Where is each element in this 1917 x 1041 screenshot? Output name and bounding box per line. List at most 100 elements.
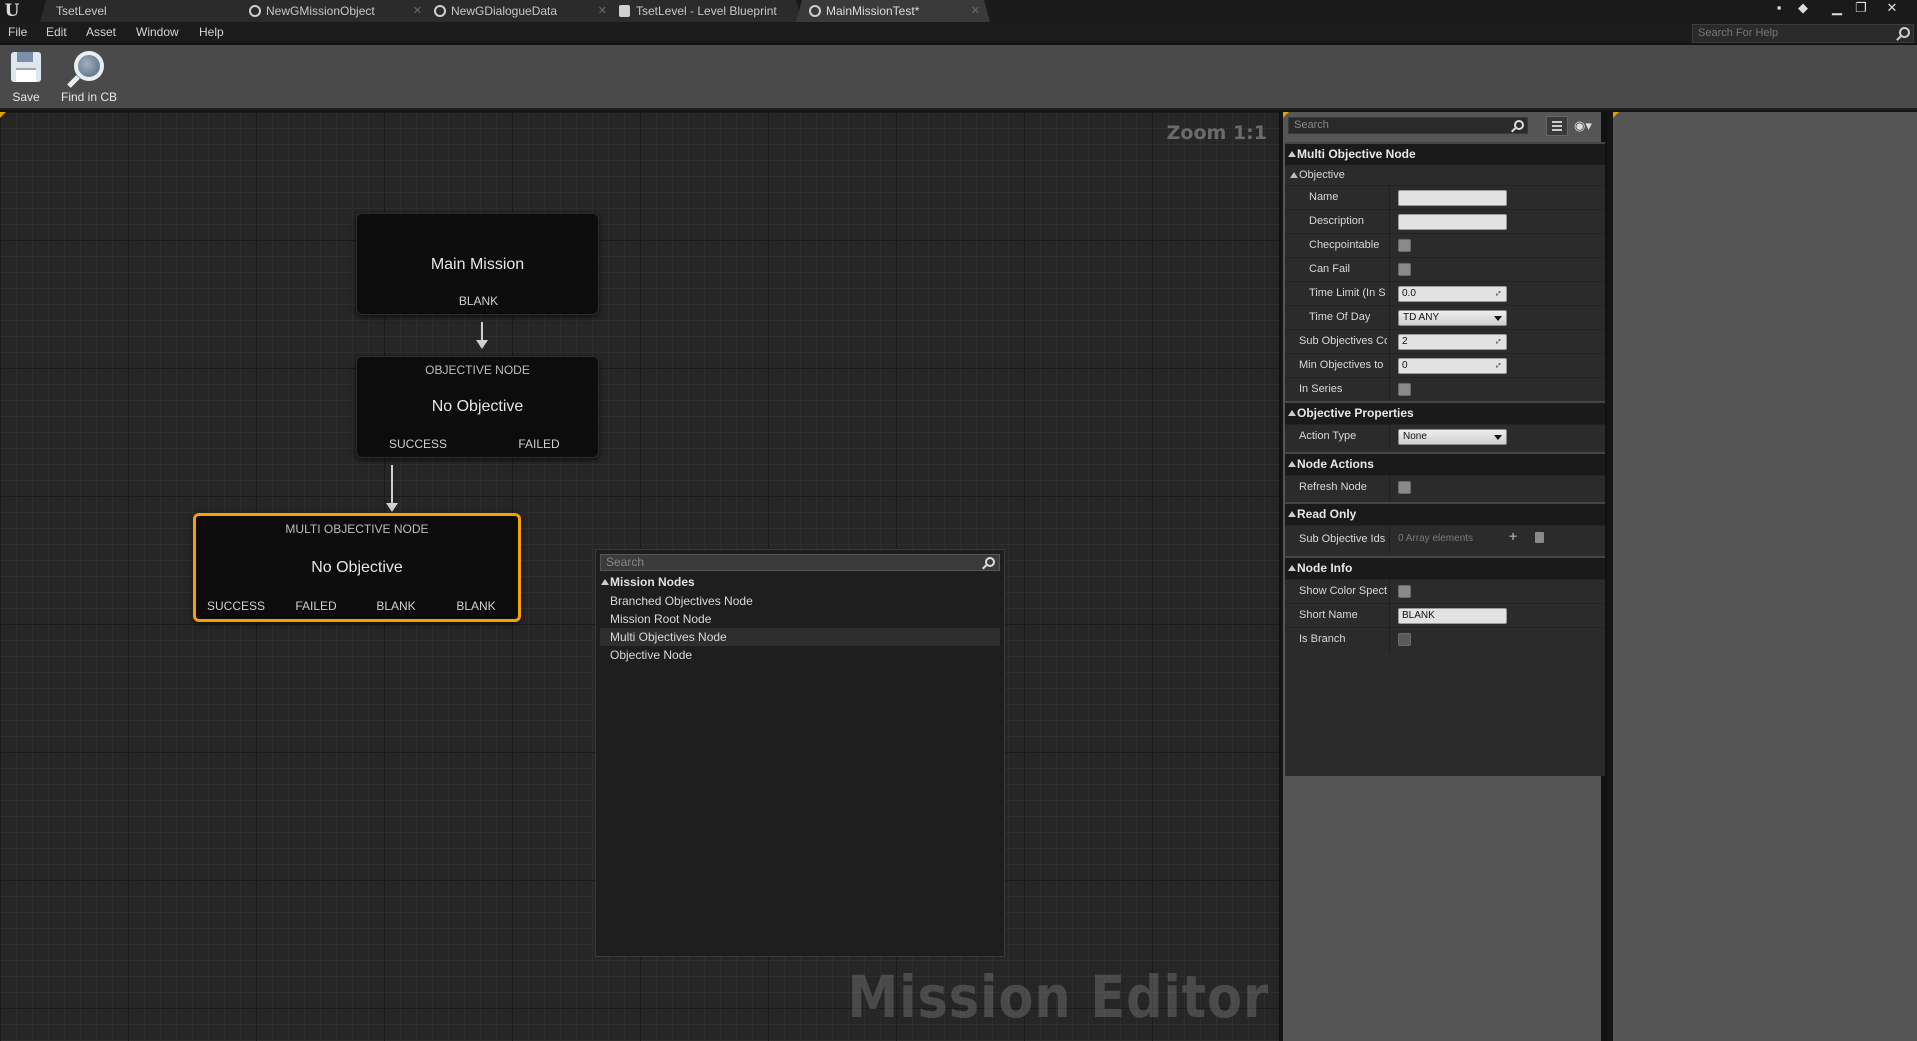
prop-sub-objective-ids: Sub Objective Ids 0 Array elements + xyxy=(1285,525,1605,554)
details-search-placeholder: Search xyxy=(1294,119,1329,131)
asset-icon xyxy=(434,5,446,17)
menu-file[interactable]: File xyxy=(8,25,27,39)
failed-pin[interactable]: FAILED xyxy=(276,599,356,613)
menu-item-mission-root-node[interactable]: Mission Root Node xyxy=(600,610,1000,628)
show-color-checkbox[interactable] xyxy=(1398,585,1411,598)
menu-window[interactable]: Window xyxy=(136,25,179,39)
close-icon[interactable]: ✕ xyxy=(413,0,422,22)
find-in-cb-button[interactable]: Find in CB xyxy=(54,48,124,106)
category-label: Mission Nodes xyxy=(610,575,695,589)
close-icon[interactable]: ✕ xyxy=(598,0,607,22)
category-read-only[interactable]: Read Only xyxy=(1285,502,1605,525)
prop-label: Is Branch xyxy=(1299,633,1346,645)
search-icon[interactable] xyxy=(1899,27,1910,38)
save-button[interactable]: Save xyxy=(6,48,46,106)
category-objective-properties[interactable]: Objective Properties xyxy=(1285,401,1605,424)
node-header: MULTI OBJECTIVE NODE xyxy=(285,522,429,536)
connection-wire xyxy=(391,465,393,503)
prop-time-of-day: Time Of Day TD ANY xyxy=(1285,305,1605,330)
save-icon xyxy=(11,52,41,82)
search-icon[interactable] xyxy=(985,557,995,567)
prop-min-objectives: Min Objectives to 0 xyxy=(1285,353,1605,378)
unreal-logo-icon[interactable]: U xyxy=(2,1,22,21)
panel-corner xyxy=(1613,112,1619,118)
menu-item-branched-objectives-node[interactable]: Branched Objectives Node xyxy=(600,592,1000,610)
sub-objectives-count-field[interactable]: 2 xyxy=(1398,334,1507,350)
category-node-info[interactable]: Node Info xyxy=(1285,556,1605,579)
restore-icon[interactable]: ❐ xyxy=(1850,0,1872,18)
short-name-field[interactable]: BLANK xyxy=(1398,608,1507,624)
menu-asset[interactable]: Asset xyxy=(86,25,116,39)
prop-label: Short Name xyxy=(1299,609,1358,621)
output-pin[interactable]: BLANK xyxy=(357,294,600,308)
blank-pin[interactable]: BLANK xyxy=(436,599,516,613)
name-field[interactable] xyxy=(1398,190,1507,206)
tab-mainmissiontest[interactable]: MainMissionTest* ✕ xyxy=(796,0,990,22)
objective-node[interactable]: OBJECTIVE NODE No Objective SUCCESS FAIL… xyxy=(356,356,599,458)
prop-name: Name xyxy=(1285,185,1605,210)
category-multi-objective-node[interactable]: Multi Objective Node xyxy=(1285,142,1605,165)
time-limit-field[interactable]: 0.0 xyxy=(1398,286,1507,302)
prop-time-limit: Time Limit (In S 0.0 xyxy=(1285,281,1605,306)
tab-label: NewGDialogueData xyxy=(451,4,558,18)
tab-newgdialoguedata[interactable]: NewGDialogueData ✕ xyxy=(421,0,617,22)
blank-pin[interactable]: BLANK xyxy=(356,599,436,613)
arrow-icon xyxy=(476,340,488,349)
blueprint-icon xyxy=(619,5,630,17)
menu-item-multi-objectives-node[interactable]: Multi Objectives Node xyxy=(600,628,1000,646)
details-content: Multi Objective Node Objective Name Desc… xyxy=(1285,142,1605,776)
subcategory-objective[interactable]: Objective xyxy=(1285,165,1605,185)
view-options-eye-icon[interactable]: ◉▾ xyxy=(1574,118,1602,134)
action-type-dropdown[interactable]: None xyxy=(1398,429,1507,445)
description-field[interactable] xyxy=(1398,214,1507,230)
prop-short-name: Short Name BLANK xyxy=(1285,603,1605,628)
magnifier-icon xyxy=(74,51,104,81)
prop-label: Can Fail xyxy=(1309,263,1350,275)
prop-label: Sub Objectives Co xyxy=(1299,335,1387,347)
help-search-input[interactable]: Search For Help xyxy=(1692,24,1914,43)
minimize-icon[interactable]: ▁ xyxy=(1826,0,1848,18)
right-dock-panel xyxy=(1613,112,1917,1041)
trash-icon[interactable] xyxy=(1535,532,1544,543)
prop-label: Show Color Spect xyxy=(1299,585,1387,597)
category-node-actions[interactable]: Node Actions xyxy=(1285,452,1605,475)
refresh-node-checkbox[interactable] xyxy=(1398,481,1411,494)
chat-icon[interactable]: ▪ xyxy=(1768,0,1790,18)
prop-description: Description xyxy=(1285,209,1605,234)
tab-level-blueprint[interactable]: TsetLevel - Level Blueprint xyxy=(606,0,802,22)
close-icon[interactable]: ✕ xyxy=(971,0,980,22)
tab-label: TsetLevel xyxy=(56,4,107,18)
min-objectives-field[interactable]: 0 xyxy=(1398,358,1507,374)
context-category-mission-nodes[interactable]: Mission Nodes xyxy=(601,575,695,589)
add-element-icon[interactable]: + xyxy=(1509,528,1517,544)
tab-label: TsetLevel - Level Blueprint xyxy=(636,4,777,18)
failed-pin[interactable]: FAILED xyxy=(478,437,600,451)
tab-newgmissionobject[interactable]: NewGMissionObject ✕ xyxy=(236,0,432,22)
find-in-cb-label: Find in CB xyxy=(60,90,118,104)
title-bar: U TsetLevel NewGMissionObject ✕ NewGDial… xyxy=(0,0,1917,22)
time-of-day-dropdown[interactable]: TD ANY xyxy=(1398,310,1507,326)
main-mission-node[interactable]: Main Mission BLANK xyxy=(356,213,599,315)
menu-item-objective-node[interactable]: Objective Node xyxy=(600,646,1000,664)
context-search-input[interactable]: Search xyxy=(600,554,1000,571)
multi-objective-node[interactable]: MULTI OBJECTIVE NODE No Objective SUCCES… xyxy=(193,513,521,622)
success-pin[interactable]: SUCCESS xyxy=(357,437,479,451)
learn-icon[interactable]: ◆ xyxy=(1792,0,1814,18)
success-pin[interactable]: SUCCESS xyxy=(196,599,276,613)
menu-edit[interactable]: Edit xyxy=(46,25,67,39)
checkpointable-checkbox[interactable] xyxy=(1398,239,1411,252)
property-matrix-button[interactable] xyxy=(1546,116,1568,136)
prop-label: Time Limit (In S xyxy=(1309,287,1386,299)
details-search-input[interactable]: Search xyxy=(1288,117,1528,134)
can-fail-checkbox[interactable] xyxy=(1398,263,1411,276)
prop-label: Refresh Node xyxy=(1299,481,1367,493)
search-icon[interactable] xyxy=(1514,120,1524,130)
collapse-triangle-icon xyxy=(601,579,609,585)
tab-label: NewGMissionObject xyxy=(266,4,375,18)
editor-watermark: Mission Editor xyxy=(847,963,1269,1031)
menu-help[interactable]: Help xyxy=(199,25,224,39)
in-series-checkbox[interactable] xyxy=(1398,383,1411,396)
panel-corner xyxy=(1283,112,1289,118)
tab-tsetlevel[interactable]: TsetLevel xyxy=(40,0,247,22)
close-window-icon[interactable]: ✕ xyxy=(1881,0,1903,18)
